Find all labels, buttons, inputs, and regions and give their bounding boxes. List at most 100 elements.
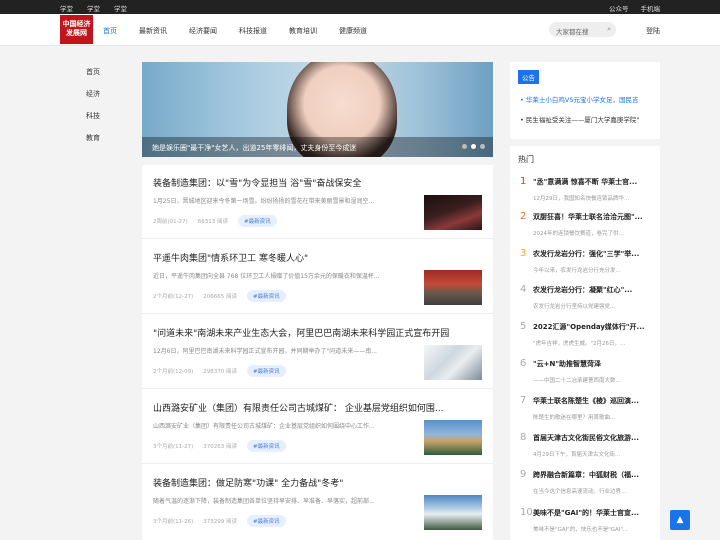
logo-line-1: 中国经济: [62, 20, 91, 28]
hot-rank: 4: [520, 284, 527, 295]
nav-economy[interactable]: 经济要闻: [189, 26, 217, 36]
hot-item-sub: 农发行龙岩分行坚持以党建强党...: [533, 304, 616, 310]
back-to-top-button[interactable]: ▲: [670, 510, 690, 530]
nav-home[interactable]: 首页: [103, 26, 117, 36]
hot-rank: 7: [520, 395, 527, 406]
article-item[interactable]: 平遥牛肉集团"情系环卫工 寒冬暖人心" 近日，平遥牛肉集团向全县 768 位环卫…: [142, 240, 493, 314]
wechat-link[interactable]: 公众号: [609, 3, 629, 13]
article-reads: 298370 阅读: [203, 369, 238, 375]
hot-item-title[interactable]: 首届天津古文化街民俗文化旅游...: [533, 433, 658, 443]
left-nav-education[interactable]: 教育: [86, 133, 100, 155]
hot-rank: 8: [520, 432, 527, 443]
article-summary: 12月6日，阿里巴巴南湖未来科学园正式宣布开园，并同期举办了"问道未来——南..…: [153, 348, 377, 355]
hot-item-title[interactable]: "丞"意满满 惊喜不断 华莱士官...: [533, 177, 658, 187]
top-link-1[interactable]: 学堂: [87, 3, 100, 13]
hot-rank: 2: [520, 211, 527, 222]
search-placeholder: 大家都在搜: [556, 28, 589, 36]
hot-item-title[interactable]: 双厨狂喜！华莱士联名洽洽元图"...: [533, 212, 658, 222]
article-item[interactable]: 装备制造集团：以"雪"为令显担当 浴"雪"奋战保安全 1月25日，晋城地区迎来今…: [142, 165, 493, 239]
hot-panel: 热门 1 "丞"意满满 惊喜不断 华莱士官... 12月29日，我国知名快餐连锁品牌…: [510, 146, 660, 540]
article-thumbnail[interactable]: [424, 345, 482, 380]
article-summary: 山西潞安矿业（集团）有限责任公司古城煤矿：企业基层党组织如何围绕中心工作...: [153, 423, 375, 430]
article-time: 2个月前(12-27): [153, 294, 194, 300]
article-tag[interactable]: #最新资讯: [247, 515, 286, 527]
mobile-link[interactable]: 手机端: [641, 3, 661, 13]
hot-item-title[interactable]: "云+N"助推智慧菏泽: [533, 359, 658, 369]
main-nav: 首页 最新资讯 经济要闻 科技报道 教育培训 健康频道: [103, 26, 389, 36]
nav-tech[interactable]: 科技报道: [239, 26, 267, 36]
notice-label: 公告: [518, 70, 539, 84]
article-tag[interactable]: #最新资讯: [247, 290, 286, 302]
article-thumbnail[interactable]: [424, 195, 482, 230]
nav-education[interactable]: 教育培训: [289, 26, 317, 36]
top-link-2[interactable]: 学堂: [114, 3, 127, 13]
article-item[interactable]: 山西潞安矿业（集团）有限责任公司古城煤矿： 企业基层党组织如何围... 山西潞安…: [142, 390, 493, 464]
left-nav-economy[interactable]: 经济: [86, 89, 100, 111]
article-tag[interactable]: #最新资讯: [247, 365, 286, 377]
article-tag[interactable]: #最新资讯: [238, 215, 277, 227]
hot-rank: 3: [520, 248, 527, 259]
hot-item-sub: ——中国二十二冶承建曹西南大数...: [533, 378, 621, 384]
carousel-dot[interactable]: [480, 144, 485, 149]
article-time: 3个月前(11-26): [153, 519, 194, 525]
article-title[interactable]: 装备制造集团：以"雪"为令显担当 浴"雪"奋战保安全: [153, 176, 483, 189]
carousel-dots: [462, 144, 485, 149]
nav-health[interactable]: 健康频道: [339, 26, 367, 36]
notice-item[interactable]: • 民生福祉受关注——厦门大学嘉庚学院": [520, 114, 655, 124]
hot-item-sub: 在当今这个信息高速流动、行业边界...: [533, 489, 627, 495]
article-summary: 1月25日，晋城地区迎来今冬第一场雪。纷纷扬扬的雪花在带来美丽雪景和湿润空...: [153, 198, 375, 205]
carousel-dot[interactable]: [462, 144, 467, 149]
hot-item-title[interactable]: 华莱士联名陈楚生《棱》巡回演...: [533, 396, 658, 406]
hot-rank: 1: [520, 176, 527, 187]
top-utility-bar: 学堂 学堂 学堂 公众号 手机端: [0, 0, 720, 14]
hot-item-title[interactable]: 农发行龙岩分行：凝聚"红心"...: [533, 285, 658, 295]
hot-item-sub: "虎年吉祥，虎虎生威。"2月26日，...: [533, 341, 626, 347]
article-title[interactable]: "问道未来"南湖未来产业生态大会，阿里巴巴南湖未来科学园正式宣布开园: [153, 326, 483, 339]
article-summary: 随着气温的逐渐下降，装备制造集团各单位坚持早安排、早准备、早落实，超前部...: [153, 498, 375, 505]
article-time: 2个月前(12-09): [153, 369, 194, 375]
article-time: 2周前(01-27): [153, 219, 188, 225]
carousel-dot-active[interactable]: [471, 144, 476, 149]
hot-item-sub: 陈楚生的歌迷在哪里？用首歌曲...: [533, 415, 616, 421]
article-title[interactable]: 装备制造集团：做足防寒"功课" 全力备战"冬考": [153, 476, 483, 489]
hot-item-title[interactable]: 2022汇源"Openday媒体行"开...: [533, 322, 658, 332]
article-title[interactable]: 平遥牛肉集团"情系环卫工 寒冬暖人心": [153, 251, 483, 264]
hot-item-title[interactable]: 跨界融合新篇章：中狐财税（福...: [533, 470, 658, 480]
article-reads: 206665 阅读: [203, 294, 238, 300]
banner-caption[interactable]: 她是娱乐圈"最干净"女艺人，出道25年零绯闻，丈夫身份至今成迷: [142, 137, 493, 157]
notice-panel: 公告 • 华莱士小白鸡VS元宝小学女足，国民吉 • 民生福祉受关注——厦门大学嘉…: [510, 62, 660, 139]
banner-carousel[interactable]: 她是娱乐圈"最干净"女艺人，出道25年零绯闻，丈夫身份至今成迷: [142, 62, 493, 157]
site-logo[interactable]: 中国经济 发展网: [60, 15, 93, 44]
nav-latest[interactable]: 最新资讯: [139, 26, 167, 36]
hot-rank: 9: [520, 469, 527, 480]
notice-item-text: 华莱士小白鸡VS元宝小学女足，国民吉: [525, 96, 639, 104]
hot-rank: 10: [520, 507, 533, 518]
article-tag[interactable]: #最新资讯: [247, 440, 286, 452]
article-list: 装备制造集团：以"雪"为令显担当 浴"雪"奋战保安全 1月25日，晋城地区迎来今…: [142, 165, 493, 540]
hot-rank: 5: [520, 321, 527, 332]
arrow-up-icon: ▲: [676, 515, 684, 525]
article-reads: 66313 阅读: [197, 219, 229, 225]
left-nav: 首页 经济 科技 教育: [86, 67, 100, 155]
hot-title: 热门: [518, 155, 534, 164]
hot-item-title[interactable]: 农发行龙岩分行：强化"三学"举...: [533, 249, 658, 259]
notice-item[interactable]: • 华莱士小白鸡VS元宝小学女足，国民吉: [520, 94, 655, 104]
article-time: 3个月前(11-27): [153, 444, 194, 450]
article-thumbnail[interactable]: [424, 270, 482, 305]
notice-item-text: 民生福祉受关注——厦门大学嘉庚学院": [525, 116, 640, 124]
search-icon[interactable]: ⌕: [607, 25, 611, 34]
hot-item-sub: 美味不是"GAI"的，快乐也不是"GAI"...: [533, 527, 629, 533]
login-link[interactable]: 登陆: [646, 26, 660, 36]
article-thumbnail[interactable]: [424, 420, 482, 455]
article-item[interactable]: 装备制造集团：做足防寒"功课" 全力备战"冬考" 随着气温的逐渐下降，装备制造集…: [142, 465, 493, 539]
top-link-0[interactable]: 学堂: [60, 3, 73, 13]
article-thumbnail[interactable]: [424, 495, 482, 530]
article-item[interactable]: "问道未来"南湖未来产业生态大会，阿里巴巴南湖未来科学园正式宣布开园 12月6日…: [142, 315, 493, 389]
hot-item-title[interactable]: 美味不是"GAI"的！华莱士官宣...: [533, 508, 658, 518]
hot-item-sub: 今年以来，农发行龙岩分行充分发...: [533, 268, 621, 274]
article-title[interactable]: 山西潞安矿业（集团）有限责任公司古城煤矿： 企业基层党组织如何围...: [153, 401, 483, 414]
left-nav-tech[interactable]: 科技: [86, 111, 100, 133]
hot-item-sub: 2024年的连锁餐饮赛道，卷完了供...: [533, 231, 624, 237]
left-nav-home[interactable]: 首页: [86, 67, 100, 89]
search-input[interactable]: 大家都在搜 ⌕: [549, 22, 616, 37]
